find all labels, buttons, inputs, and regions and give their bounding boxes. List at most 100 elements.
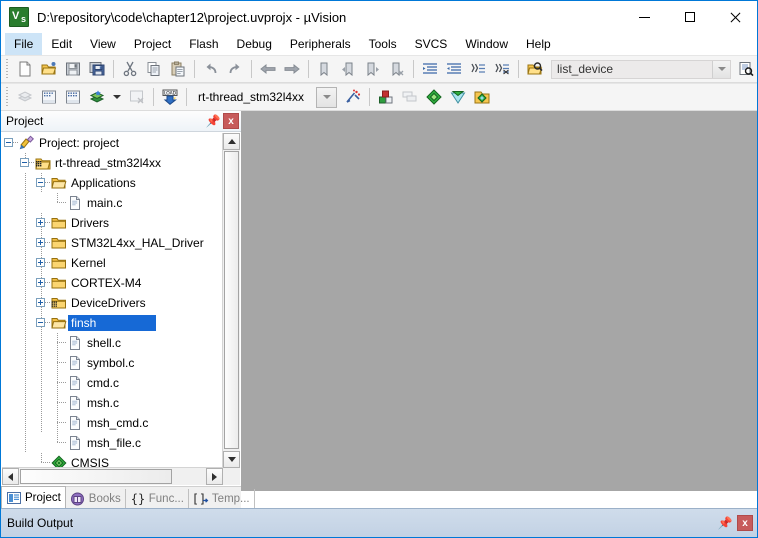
multi-project-button[interactable]	[398, 86, 422, 108]
tree-item[interactable]: shell.c	[2, 333, 223, 353]
tree-item[interactable]: CORTEX-M4	[2, 273, 223, 293]
menu-window[interactable]: Window	[456, 33, 517, 55]
bookmark-prev-button[interactable]	[337, 58, 361, 80]
scroll-left-button[interactable]	[2, 468, 19, 485]
menu-view[interactable]: View	[81, 33, 125, 55]
comment-lines-button[interactable]	[466, 58, 490, 80]
tree-vertical-scrollbar[interactable]	[222, 133, 240, 468]
build-output-auto-hide-button[interactable]: 📌	[717, 515, 733, 531]
project-tree[interactable]: Project: projectrt-thread_stm32l4xxAppli…	[2, 133, 223, 468]
menu-project[interactable]: Project	[125, 33, 180, 55]
target-select-value[interactable]: rt-thread_stm32l4xx	[193, 90, 316, 104]
expand-icon[interactable]	[34, 233, 50, 253]
uncomment-lines-button[interactable]	[490, 58, 514, 80]
manage-run-time-env-button[interactable]	[374, 86, 398, 108]
indent-decrease-button[interactable]	[442, 58, 466, 80]
horizontal-scroll-thumb[interactable]	[20, 469, 172, 484]
undo-button[interactable]	[199, 58, 223, 80]
menu-file[interactable]: File	[5, 33, 42, 55]
indent-increase-button[interactable]	[418, 58, 442, 80]
rebuild-all-button[interactable]	[61, 86, 85, 108]
scroll-down-button[interactable]	[223, 451, 240, 468]
menu-tools[interactable]: Tools	[360, 33, 406, 55]
bookmark-clear-button[interactable]	[385, 58, 409, 80]
collapse-icon[interactable]	[2, 133, 18, 153]
save-button[interactable]	[61, 58, 85, 80]
expand-icon[interactable]	[34, 293, 50, 313]
menu-flash[interactable]: Flash	[180, 33, 227, 55]
batch-build-button[interactable]	[85, 86, 109, 108]
batch-build-dropdown-button[interactable]	[109, 86, 125, 108]
toolbar-grip[interactable]	[4, 59, 11, 79]
search-combo[interactable]: list_device	[551, 60, 731, 79]
panel-tab-temp[interactable]: []Temp...	[189, 489, 255, 509]
incremental-find-button[interactable]	[734, 58, 758, 80]
vertical-scroll-thumb[interactable]	[224, 151, 239, 449]
menu-debug[interactable]: Debug	[228, 33, 281, 55]
menu-peripherals[interactable]: Peripherals	[281, 33, 360, 55]
open-pack-folder-button[interactable]	[470, 86, 494, 108]
tree-item[interactable]: main.c	[2, 193, 223, 213]
build-output-close-button[interactable]: x	[737, 515, 753, 531]
build-target-button[interactable]	[37, 86, 61, 108]
tree-item[interactable]: Project: project	[2, 133, 223, 153]
save-all-button[interactable]	[85, 58, 109, 80]
menu-help[interactable]: Help	[517, 33, 560, 55]
minimize-button[interactable]	[622, 1, 667, 33]
tree-item[interactable]: Drivers	[2, 213, 223, 233]
target-options-button[interactable]	[341, 86, 365, 108]
tree-item[interactable]: cmd.c	[2, 373, 223, 393]
bookmark-next-button[interactable]	[361, 58, 385, 80]
tree-item[interactable]: msh_cmd.c	[2, 413, 223, 433]
close-button[interactable]	[712, 1, 757, 33]
search-combo-value[interactable]: list_device	[552, 62, 712, 76]
expand-icon[interactable]	[34, 273, 50, 293]
chevron-down-icon[interactable]	[316, 87, 337, 108]
target-select[interactable]: rt-thread_stm32l4xx	[193, 87, 337, 107]
panel-tab-project[interactable]: Project	[1, 486, 66, 509]
collapse-icon[interactable]	[18, 153, 34, 173]
download-to-flash-button[interactable]: LOAD	[158, 86, 182, 108]
tree-item[interactable]: Kernel	[2, 253, 223, 273]
menu-edit[interactable]: Edit	[42, 33, 81, 55]
editor-area[interactable]	[241, 111, 757, 491]
navigate-backward-button[interactable]	[256, 58, 280, 80]
tree-item[interactable]: CMSIS	[2, 453, 223, 468]
collapse-icon[interactable]	[34, 173, 50, 193]
tree-item[interactable]: Applications	[2, 173, 223, 193]
tree-item[interactable]: DeviceDrivers	[2, 293, 223, 313]
panel-close-button[interactable]: x	[223, 113, 239, 129]
panel-tab-func[interactable]: {}Func...	[126, 489, 189, 509]
translate-file-button[interactable]	[13, 86, 37, 108]
expand-icon[interactable]	[34, 213, 50, 233]
redo-button[interactable]	[223, 58, 247, 80]
cut-button[interactable]	[118, 58, 142, 80]
new-file-button[interactable]	[13, 58, 37, 80]
menu-svcs[interactable]: SVCS	[406, 33, 457, 55]
panel-tab-books[interactable]: Books	[66, 489, 126, 509]
tree-item[interactable]: rt-thread_stm32l4xx	[2, 153, 223, 173]
bookmark-toggle-button[interactable]	[313, 58, 337, 80]
maximize-button[interactable]	[667, 1, 712, 33]
copy-button[interactable]	[142, 58, 166, 80]
scroll-up-button[interactable]	[223, 133, 240, 150]
chevron-down-icon[interactable]	[712, 61, 730, 78]
tree-horizontal-scrollbar[interactable]	[2, 467, 223, 485]
tree-item[interactable]: finsh	[2, 313, 223, 333]
open-file-button[interactable]	[37, 58, 61, 80]
pack-installer-button[interactable]	[422, 86, 446, 108]
tree-item[interactable]: STM32L4xx_HAL_Driver	[2, 233, 223, 253]
collapse-icon[interactable]	[34, 313, 50, 333]
scroll-right-button[interactable]	[206, 468, 223, 485]
configure-items-button[interactable]	[446, 86, 470, 108]
tree-item[interactable]: msh.c	[2, 393, 223, 413]
expand-icon[interactable]	[34, 253, 50, 273]
find-in-files-button[interactable]	[523, 58, 547, 80]
tree-item[interactable]: msh_file.c	[2, 433, 223, 453]
toolbar-grip[interactable]	[4, 87, 11, 107]
stop-build-button[interactable]	[125, 86, 149, 108]
navigate-forward-button[interactable]	[280, 58, 304, 80]
paste-button[interactable]	[166, 58, 190, 80]
tree-item[interactable]: symbol.c	[2, 353, 223, 373]
auto-hide-button[interactable]: 📌	[205, 113, 221, 129]
